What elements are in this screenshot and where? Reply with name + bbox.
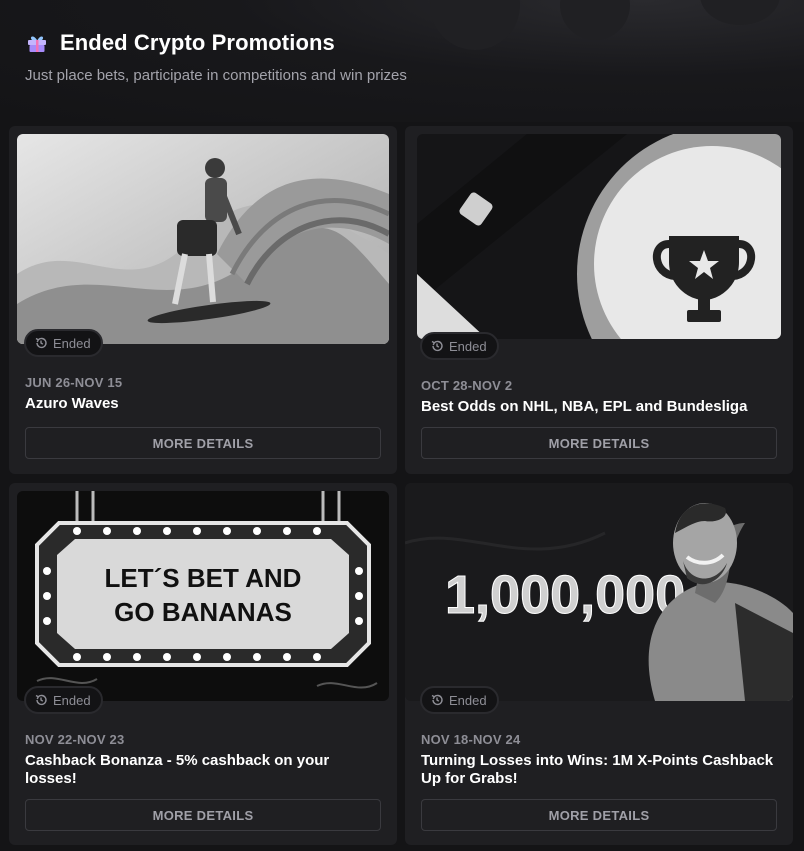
header-decoration <box>700 0 780 25</box>
status-label: Ended <box>449 692 487 708</box>
promotion-title: Turning Losses into Wins: 1M X-Points Ca… <box>421 752 774 787</box>
page-title: Ended Crypto Promotions <box>60 30 335 55</box>
promotion-image-best-odds <box>417 134 781 339</box>
million-text: 1,000,000 <box>445 565 685 625</box>
gift-icon <box>28 36 46 52</box>
status-label: Ended <box>53 692 91 708</box>
promotion-card[interactable]: Ended JUN 26-NOV 15 Azuro Waves MORE DET… <box>9 126 397 474</box>
header-decoration <box>560 0 630 40</box>
promotion-title: Azuro Waves <box>25 395 119 412</box>
status-badge: Ended <box>24 329 103 357</box>
promotion-dates: OCT 28-NOV 2 <box>421 378 513 393</box>
status-label: Ended <box>53 335 91 351</box>
promotion-card[interactable]: Ended OCT 28-NOV 2 Best Odds on NHL, NBA… <box>405 126 793 474</box>
status-badge: Ended <box>420 332 499 360</box>
history-icon <box>431 694 443 706</box>
status-badge: Ended <box>24 686 103 714</box>
promotions-header: Ended Crypto Promotions Just place bets,… <box>0 0 804 122</box>
promotion-dates: NOV 22-NOV 23 <box>25 732 125 747</box>
more-details-button[interactable]: MORE DETAILS <box>421 799 777 831</box>
history-icon <box>431 340 443 352</box>
promotion-dates: JUN 26-NOV 15 <box>25 375 123 390</box>
history-icon <box>35 694 47 706</box>
more-details-button[interactable]: MORE DETAILS <box>25 799 381 831</box>
promotion-card[interactable]: 1,000,000 Ended NOV 18-NOV 24 Turning Lo… <box>405 483 793 845</box>
status-label: Ended <box>449 338 487 354</box>
promotion-image-cashback-bonanza: LET´S BET AND GO BANANAS <box>17 491 389 701</box>
banner-text-line1: LET´S BET AND <box>105 563 302 593</box>
more-details-button[interactable]: MORE DETAILS <box>25 427 381 459</box>
promotion-image-azuro-waves <box>17 134 389 344</box>
history-icon <box>35 337 47 349</box>
page-subtitle: Just place bets, participate in competit… <box>25 67 407 84</box>
promotion-title: Cashback Bonanza - 5% cashback on your l… <box>25 752 330 787</box>
promotion-image-x-points-cashback: 1,000,000 <box>405 483 793 701</box>
banner-text-line2: GO BANANAS <box>114 597 292 627</box>
status-badge: Ended <box>420 686 499 714</box>
more-details-button[interactable]: MORE DETAILS <box>421 427 777 459</box>
promotion-title: Best Odds on NHL, NBA, EPL and Bundeslig… <box>421 398 748 415</box>
promotion-card[interactable]: LET´S BET AND GO BANANAS Ended NOV 22-NO… <box>9 483 397 845</box>
promotion-dates: NOV 18-NOV 24 <box>421 732 521 747</box>
header-decoration <box>430 0 520 50</box>
